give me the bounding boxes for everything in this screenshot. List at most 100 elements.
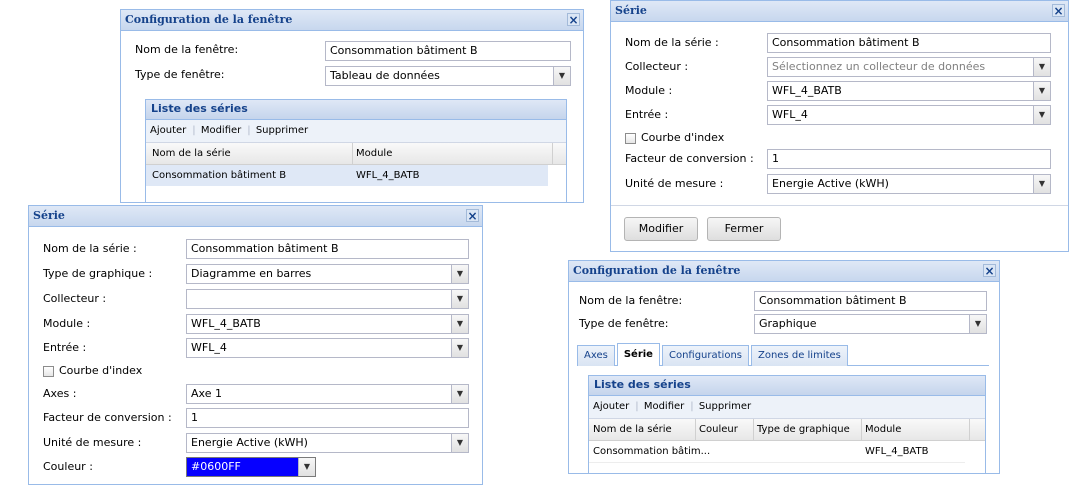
- input-label: Entrée :: [625, 108, 669, 121]
- chevron-down-icon[interactable]: ▼: [969, 315, 986, 333]
- input-label: Entrée :: [43, 341, 87, 354]
- color-picker[interactable]: #0600FF ▼: [186, 457, 316, 477]
- chevron-down-icon[interactable]: ▼: [451, 265, 468, 283]
- unit-select[interactable]: Energie Active (kWH) ▼: [186, 433, 469, 453]
- divider: [611, 205, 1068, 206]
- close-icon[interactable]: ×: [983, 264, 996, 277]
- color-value: #0600FF: [191, 460, 241, 473]
- window-config-datatable: Configuration de la fenêtre × Nom de la …: [120, 9, 584, 203]
- conversion-factor-label: Facteur de conversion :: [625, 152, 754, 165]
- cell-module: WFL_4_BATB: [356, 170, 420, 181]
- series-list-panel: Liste des séries Ajouter | Modifier | Supp…: [588, 375, 986, 473]
- modify-button[interactable]: Modifier: [624, 217, 698, 241]
- series-name-label: Nom de la série :: [625, 36, 719, 49]
- window-series-chart: Série × Nom de la série : Consommation b…: [28, 205, 483, 485]
- window-type-label: Type de fenêtre:: [135, 68, 225, 81]
- series-name-input[interactable]: Consommation bâtiment B: [186, 239, 469, 259]
- tab-series[interactable]: Série: [616, 343, 660, 366]
- tab-limit-zones[interactable]: Zones de limites: [751, 345, 848, 366]
- close-icon[interactable]: ×: [567, 13, 580, 26]
- close-icon[interactable]: ×: [1052, 4, 1065, 17]
- panel-title: Liste des séries: [589, 376, 985, 396]
- add-button[interactable]: Ajouter: [593, 401, 629, 412]
- window-name-input[interactable]: Consommation bâtiment B: [325, 41, 571, 61]
- unit-label: Unité de mesure :: [625, 177, 724, 190]
- series-toolbar: Ajouter | Modifier | Supprimer: [589, 396, 985, 419]
- close-icon[interactable]: ×: [466, 209, 479, 222]
- conversion-factor-label: Facteur de conversion :: [43, 411, 172, 424]
- collector-select[interactable]: ▼: [186, 289, 469, 309]
- input-select[interactable]: WFL_4 ▼: [767, 105, 1051, 125]
- conversion-factor-input[interactable]: 1: [186, 408, 469, 428]
- cell-series-name: Consommation bâtim...: [593, 446, 711, 457]
- window-title: Série ×: [29, 206, 482, 227]
- add-button[interactable]: Ajouter: [150, 125, 186, 136]
- checkbox-icon[interactable]: [625, 133, 636, 144]
- window-type-select[interactable]: Graphique ▼: [754, 314, 987, 334]
- chevron-down-icon[interactable]: ▼: [1033, 58, 1050, 76]
- column-header-module[interactable]: Module: [352, 143, 553, 164]
- chevron-down-icon[interactable]: ▼: [451, 315, 468, 333]
- chevron-down-icon[interactable]: ▼: [1033, 82, 1050, 100]
- chevron-down-icon[interactable]: ▼: [451, 339, 468, 357]
- chevron-down-icon[interactable]: ▼: [451, 434, 468, 452]
- chart-type-label: Type de graphique :: [43, 267, 153, 280]
- window-title: Série ×: [611, 1, 1068, 22]
- module-label: Module :: [43, 317, 91, 330]
- column-header-color[interactable]: Couleur: [695, 419, 754, 440]
- column-header-series-name[interactable]: Nom de la série: [589, 419, 696, 440]
- edit-button[interactable]: Modifier: [644, 401, 684, 412]
- table-row[interactable]: Consommation bâtim... WFL_4_BATB: [589, 441, 965, 463]
- tab-axes[interactable]: Axes: [577, 345, 615, 366]
- series-list-panel: Liste des séries Ajouter | Modifier | Supp…: [145, 99, 567, 202]
- module-label: Module :: [625, 84, 673, 97]
- module-select[interactable]: WFL_4_BATB ▼: [767, 81, 1051, 101]
- window-type-label: Type de fenêtre:: [579, 317, 669, 330]
- input-select[interactable]: WFL_4 ▼: [186, 338, 469, 358]
- window-type-select[interactable]: Tableau de données ▼: [325, 66, 571, 86]
- window-title: Configuration de la fenêtre ×: [121, 10, 583, 31]
- chevron-down-icon[interactable]: ▼: [451, 290, 468, 308]
- edit-button[interactable]: Modifier: [201, 125, 241, 136]
- series-name-label: Nom de la série :: [43, 242, 137, 255]
- chevron-down-icon[interactable]: ▼: [451, 385, 468, 403]
- window-series-simple: Série × Nom de la série : Consommation b…: [610, 0, 1069, 252]
- grid-header: Nom de la série Module: [146, 143, 566, 165]
- window-name-label: Nom de la fenêtre:: [579, 294, 683, 307]
- cell-series-name: Consommation bâtiment B: [152, 170, 287, 181]
- window-name-input[interactable]: Consommation bâtiment B: [754, 291, 987, 311]
- tab-bar: Axes Série Configurations Zones de limites: [577, 343, 989, 366]
- chevron-down-icon[interactable]: ▼: [1033, 106, 1050, 124]
- index-curve-label: Courbe d'index: [59, 364, 143, 377]
- series-toolbar: Ajouter | Modifier | Supprimer: [146, 120, 566, 143]
- grid-header: Nom de la série Couleur Type de graphiqu…: [589, 419, 985, 441]
- cell-module: WFL_4_BATB: [865, 446, 929, 457]
- chevron-down-icon[interactable]: ▼: [553, 67, 570, 85]
- delete-button[interactable]: Supprimer: [699, 401, 751, 412]
- delete-button[interactable]: Supprimer: [256, 125, 308, 136]
- unit-select[interactable]: Energie Active (kWH) ▼: [767, 174, 1051, 194]
- column-header-series-name[interactable]: Nom de la série: [146, 143, 353, 164]
- checkbox-icon[interactable]: [43, 366, 54, 377]
- close-button[interactable]: Fermer: [707, 217, 781, 241]
- index-curve-label: Courbe d'index: [641, 131, 725, 144]
- color-label: Couleur :: [43, 460, 93, 473]
- axes-label: Axes :: [43, 387, 77, 400]
- conversion-factor-input[interactable]: 1: [767, 149, 1051, 169]
- chevron-down-icon[interactable]: ▼: [1033, 175, 1050, 193]
- module-select[interactable]: WFL_4_BATB ▼: [186, 314, 469, 334]
- column-header-chart-type[interactable]: Type de graphique: [753, 419, 862, 440]
- table-row[interactable]: Consommation bâtiment B WFL_4_BATB: [146, 165, 548, 186]
- chevron-down-icon[interactable]: ▼: [298, 458, 315, 476]
- tab-configurations[interactable]: Configurations: [661, 345, 749, 366]
- unit-label: Unité de mesure :: [43, 436, 142, 449]
- collector-label: Collecteur :: [625, 60, 689, 73]
- window-title: Configuration de la fenêtre ×: [569, 261, 999, 282]
- window-name-label: Nom de la fenêtre:: [135, 43, 239, 56]
- column-header-module[interactable]: Module: [861, 419, 970, 440]
- series-name-input[interactable]: Consommation bâtiment B: [767, 33, 1051, 53]
- collector-select[interactable]: Sélectionnez un collecteur de données ▼: [767, 57, 1051, 77]
- axes-select[interactable]: Axe 1 ▼: [186, 384, 469, 404]
- chart-type-select[interactable]: Diagramme en barres ▼: [186, 264, 469, 284]
- panel-title: Liste des séries: [146, 100, 566, 120]
